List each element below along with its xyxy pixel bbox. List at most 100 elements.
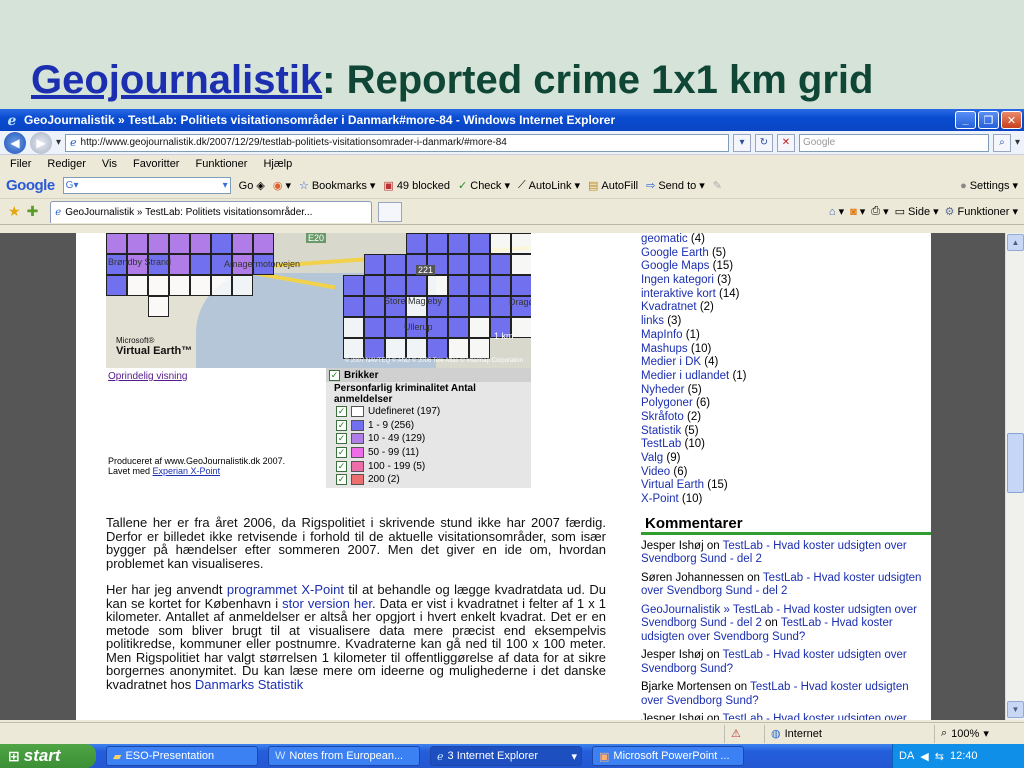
taskbar-item-notes[interactable]: W Notes from European... — [268, 746, 420, 766]
network-icon[interactable]: ⇆ — [935, 750, 944, 763]
tray-icon[interactable]: ◀ — [920, 750, 928, 763]
scroll-up-button[interactable]: ▲ — [1007, 234, 1024, 251]
popup-blocker-button[interactable]: ▣ 49 blocked — [383, 179, 450, 193]
grid-cell — [343, 275, 364, 296]
search-input[interactable]: Google — [798, 133, 989, 152]
forward-button[interactable]: ▶ — [30, 131, 52, 154]
category-link[interactable]: Google Maps — [641, 260, 709, 272]
crime-grid-map[interactable]: Brøndby Strand Amagermotorvejen Store Ma… — [106, 233, 531, 368]
tab-current[interactable]: ℯ GeoJournalistik » TestLab: Politiets v… — [50, 200, 373, 223]
category-link[interactable]: interaktive kort — [641, 288, 716, 300]
back-button[interactable]: ◀ — [4, 131, 26, 154]
add-favorite-icon[interactable]: ✚ — [27, 203, 39, 220]
search-options-icon[interactable]: ▾ — [1015, 137, 1020, 148]
autofill-button[interactable]: ▤ AutoFill — [588, 179, 638, 193]
menu-hjaelp[interactable]: Hjælp — [263, 158, 292, 170]
search-icon[interactable]: ⌕ — [992, 133, 1011, 152]
menu-funktioner[interactable]: Funktioner — [195, 158, 247, 170]
category-link[interactable]: Virtual Earth — [641, 479, 704, 491]
category-link[interactable]: Mashups — [641, 343, 688, 355]
legend-toggle-checkbox[interactable]: ✓ — [329, 369, 340, 381]
category-link[interactable]: TestLab — [641, 438, 681, 450]
legend-checkbox[interactable]: ✓ — [336, 460, 347, 472]
translate-icon[interactable]: ✎ — [713, 179, 722, 192]
url-text: http://www.geojournalistik.dk/2007/12/29… — [80, 137, 507, 148]
settings-button[interactable]: ● Settings ▾ — [960, 179, 1018, 193]
google-options-button[interactable]: ◉ ▾ — [273, 179, 291, 192]
taskbar-item-ie[interactable]: ℯ3 Internet Explorer ▾ — [430, 746, 582, 766]
legend-checkbox[interactable]: ✓ — [336, 419, 347, 431]
language-indicator[interactable]: DA — [899, 750, 914, 762]
close-button[interactable]: ✕ — [1001, 111, 1022, 129]
category-link[interactable]: Statistik — [641, 425, 681, 437]
danmarks-statistik-link[interactable]: Danmarks Statistik — [195, 677, 303, 692]
category-link[interactable]: Nyheder — [641, 384, 684, 396]
home-button[interactable]: ⌂ ▾ — [829, 205, 844, 219]
sendto-icon: ⇨ — [646, 180, 656, 192]
minimize-button[interactable]: _ — [955, 111, 976, 129]
grid-cell — [448, 275, 469, 296]
category-link[interactable]: Google Earth — [641, 247, 709, 259]
category-link[interactable]: X-Point — [641, 493, 679, 505]
zoom-control[interactable]: ⌕ 100% ▾ — [934, 724, 1024, 743]
spellcheck-button[interactable]: ✓ Check ▾ — [458, 179, 510, 193]
start-button[interactable]: ⊞ start — [0, 744, 96, 768]
taskbar-item-powerpoint[interactable]: ▣ Microsoft PowerPoint ... — [592, 746, 744, 766]
protected-mode-indicator[interactable]: ⚠ — [724, 724, 764, 743]
category-link[interactable]: Video — [641, 466, 670, 478]
menu-favoritter[interactable]: Favoritter — [133, 158, 179, 170]
category-count: (15) — [707, 479, 728, 492]
bookmarks-button[interactable]: ☆ Bookmarks ▾ — [299, 179, 375, 193]
category-link[interactable]: Medier i udlandet — [641, 370, 729, 382]
category-count: (4) — [690, 233, 705, 245]
legend-checkbox[interactable]: ✓ — [336, 474, 347, 486]
address-dropdown-button[interactable]: ▾ — [732, 133, 751, 152]
experian-xpoint-link[interactable]: Experian X-Point — [153, 466, 221, 476]
address-field[interactable]: ℯ http://www.geojournalistik.dk/2007/12/… — [65, 133, 729, 152]
comment-on-text: on — [761, 617, 781, 630]
menu-vis[interactable]: Vis — [102, 158, 117, 170]
window-titlebar[interactable]: ℯ GeoJournalistik » TestLab: Politiets v… — [0, 109, 1024, 131]
category-link[interactable]: Polygoner — [641, 397, 693, 409]
restore-button[interactable]: ❐ — [978, 111, 999, 129]
side-menu-button[interactable]: ▭ Side ▾ — [895, 205, 939, 219]
legend-row: ✓ 10 - 49 (129) — [336, 433, 426, 445]
google-go-button[interactable]: Go ◈ — [239, 179, 265, 193]
category-link[interactable]: links — [641, 315, 664, 327]
tools-menu-button[interactable]: ⚙ Funktioner ▾ — [945, 205, 1018, 219]
vertical-scrollbar[interactable]: ▲ ▼ — [1005, 233, 1024, 720]
category-link[interactable]: geomatic — [641, 233, 688, 245]
legend-checkbox[interactable]: ✓ — [336, 433, 347, 445]
category-link[interactable]: Kvadratnet — [641, 301, 697, 313]
category-link[interactable]: Valg — [641, 452, 663, 464]
sendto-button[interactable]: ⇨ Send to ▾ — [646, 179, 705, 193]
taskbar-item-eso[interactable]: ▰ ESO-Presentation — [106, 746, 258, 766]
google-options-icon: ◉ — [272, 180, 283, 192]
feeds-button[interactable]: ◙ ▾ — [850, 205, 865, 219]
legend-checkbox[interactable]: ✓ — [336, 447, 347, 459]
word-icon: W — [275, 750, 286, 762]
original-view-link[interactable]: Oprindelig visning — [108, 371, 188, 382]
new-tab-button[interactable] — [378, 201, 403, 222]
autolink-button[interactable]: ⟋ AutoLink ▾ — [518, 179, 580, 192]
print-button[interactable]: ⎙ ▾ — [871, 205, 888, 218]
category-link[interactable]: MapInfo — [641, 329, 683, 341]
history-dropdown-icon[interactable]: ▾ — [56, 137, 61, 148]
google-search-dropdown-icon[interactable]: ▾ — [223, 180, 228, 191]
stop-button[interactable]: ✕ — [776, 133, 795, 152]
category-count: (5) — [687, 383, 702, 396]
zone-indicator[interactable]: ◍ Internet — [764, 724, 934, 743]
google-search-input[interactable]: G▾ ▾ — [62, 177, 231, 194]
menu-filer[interactable]: Filer — [10, 158, 31, 170]
scroll-down-button[interactable]: ▼ — [1007, 701, 1024, 718]
slide-title-link[interactable]: Geojournalistik — [31, 58, 322, 102]
category-link[interactable]: Ingen kategori — [641, 274, 714, 286]
legend-checkbox[interactable]: ✓ — [336, 406, 347, 418]
category-count: (9) — [666, 452, 681, 464]
favorites-star-icon[interactable]: ★ — [8, 203, 21, 220]
category-link[interactable]: Skråfoto — [641, 411, 684, 423]
menu-rediger[interactable]: Rediger — [47, 158, 86, 170]
refresh-button[interactable]: ↻ — [754, 133, 773, 152]
category-link[interactable]: Medier i DK — [641, 356, 701, 368]
scroll-thumb[interactable] — [1007, 433, 1024, 493]
